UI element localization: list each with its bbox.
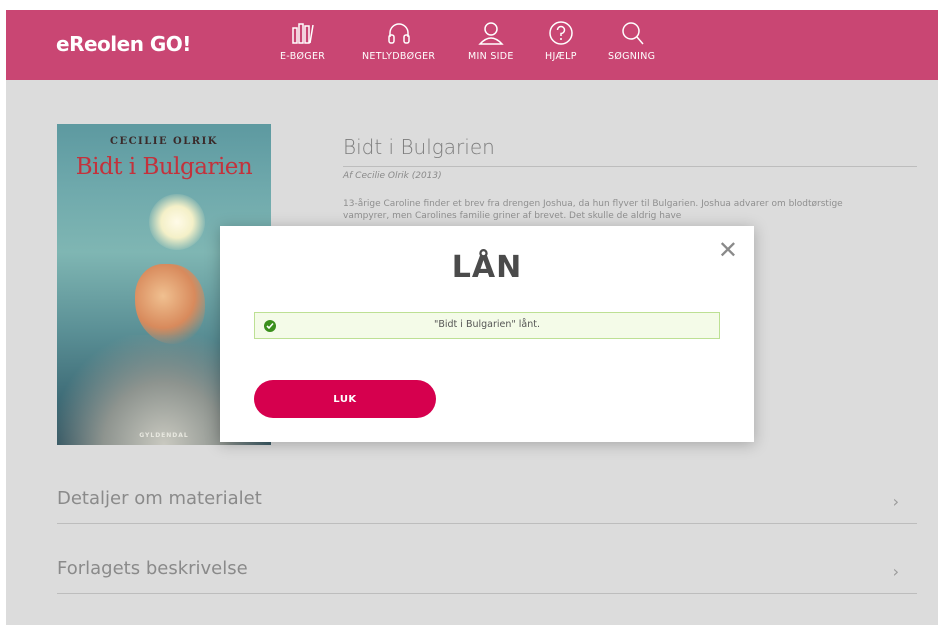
luk-button[interactable]: LUK — [254, 380, 436, 418]
book-title: Bidt i Bulgarien — [343, 135, 495, 159]
headphones-icon — [387, 23, 410, 44]
nav-item-sogning[interactable]: SØGNING — [608, 20, 655, 62]
nav-item-hjaelp[interactable]: HJÆLP — [545, 20, 577, 62]
loan-modal: LÅN ✕ "Bidt i Bulgarien" lånt. LUK — [220, 226, 754, 442]
nav-label: HJÆLP — [545, 51, 577, 62]
cover-author: CECILIE OLRIK — [110, 136, 218, 147]
success-message: "Bidt i Bulgarien" lånt. — [254, 312, 720, 339]
accordion-forlagets-beskrivelse[interactable]: Forlagets beskrivelse › — [57, 554, 917, 594]
accordion-label: Forlagets beskrivelse — [57, 558, 248, 579]
ereolen-go-logo[interactable]: eReolen GO! — [56, 32, 191, 56]
accordion-detaljer[interactable]: Detaljer om materialet › — [57, 484, 917, 524]
success-text: "Bidt i Bulgarien" lånt. — [433, 319, 541, 330]
user-icon — [478, 22, 504, 45]
cover-art-figure — [135, 264, 205, 344]
books-icon — [291, 23, 314, 44]
nav-label: MIN SIDE — [468, 51, 514, 62]
search-icon — [621, 22, 644, 45]
close-icon[interactable]: ✕ — [718, 236, 738, 264]
nav-label: SØGNING — [608, 51, 656, 62]
nav-item-min-side[interactable]: MIN SIDE — [468, 20, 514, 62]
help-icon — [549, 21, 573, 45]
nav-item-netlydboger[interactable]: NETLYDBØGER — [362, 20, 435, 62]
modal-title: LÅN — [451, 250, 523, 285]
chevron-right-icon: › — [892, 562, 899, 581]
nav-label: E-BØGER — [280, 51, 326, 62]
nav-label: NETLYDBØGER — [362, 51, 436, 62]
title-divider — [343, 166, 917, 167]
book-byline[interactable]: Af Cecilie Olrik (2013) — [343, 171, 442, 181]
cover-title: Bidt i Bulgarien — [75, 154, 253, 180]
top-navigation-bar: eReolen GO! E-BØGER NETLYDBØGER MIN SIDE — [6, 10, 938, 80]
book-description: 13-årige Caroline finder et brev fra dre… — [343, 199, 843, 221]
accordion-label: Detaljer om materialet — [57, 488, 262, 509]
cover-art-light — [149, 194, 205, 250]
chevron-right-icon: › — [892, 492, 899, 511]
nav-item-e-boger[interactable]: E-BØGER — [280, 20, 325, 62]
